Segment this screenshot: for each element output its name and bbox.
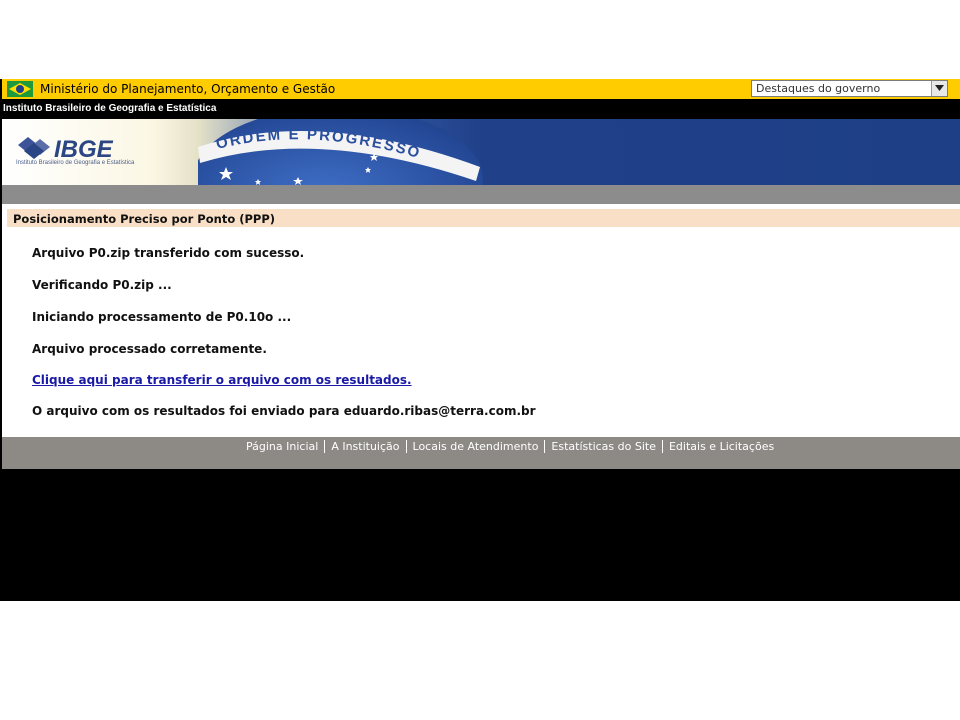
select-value: Destaques do governo xyxy=(756,82,881,95)
institute-name: Instituto Brasileiro de Geografia e Esta… xyxy=(3,103,217,114)
footer-link-home[interactable]: Página Inicial xyxy=(240,440,324,453)
footer-link-site-statistics[interactable]: Estatísticas do Site xyxy=(544,440,662,453)
brazil-flag-icon xyxy=(7,81,33,97)
header-banner: IBGE Instituto Brasileiro de Geografia e… xyxy=(2,119,960,185)
grey-divider-bar xyxy=(2,185,960,204)
status-message: Arquivo P0.zip transferido com sucesso. xyxy=(32,246,305,260)
status-message: Iniciando processamento de P0.10o ... xyxy=(32,310,292,324)
footer-bar: Página Inicial A Instituição Locais de A… xyxy=(2,437,960,469)
chevron-down-icon xyxy=(935,85,944,91)
page-title-bar: Posicionamento Preciso por Ponto (PPP) xyxy=(7,209,960,227)
footer-link-institution[interactable]: A Instituição xyxy=(324,440,405,453)
status-message: Verificando P0.zip ... xyxy=(32,278,172,292)
logo-subtitle: Instituto Brasileiro de Geografia e Esta… xyxy=(16,160,135,166)
footer-link-service-locations[interactable]: Locais de Atendimento xyxy=(405,440,545,453)
main-content: Posicionamento Preciso por Ponto (PPP) A… xyxy=(2,204,960,437)
logo-text: IBGE xyxy=(54,136,114,161)
dropdown-button[interactable] xyxy=(931,81,947,96)
government-highlights-select[interactable]: Destaques do governo xyxy=(751,80,948,97)
footer-link-tenders[interactable]: Editais e Licitações xyxy=(661,440,780,453)
status-message: Arquivo processado corretamente. xyxy=(32,342,267,356)
screenshot-frame: Ministério do Planejamento, Orçamento e … xyxy=(0,79,960,601)
email-sent-message: O arquivo com os resultados foi enviado … xyxy=(32,404,536,418)
ibge-logo[interactable]: IBGE xyxy=(16,135,156,161)
brazil-globe-banner: ORDEM E PROGRESSO xyxy=(198,119,483,185)
footer-nav: Página Inicial A Instituição Locais de A… xyxy=(240,440,780,453)
ministry-link[interactable]: Ministério do Planejamento, Orçamento e … xyxy=(40,82,335,96)
download-results-link[interactable]: Clique aqui para transferir o arquivo co… xyxy=(32,373,412,387)
institute-bar: Instituto Brasileiro de Geografia e Esta… xyxy=(2,99,960,119)
page-title: Posicionamento Preciso por Ponto (PPP) xyxy=(13,212,276,226)
government-bar: Ministério do Planejamento, Orçamento e … xyxy=(2,79,960,99)
